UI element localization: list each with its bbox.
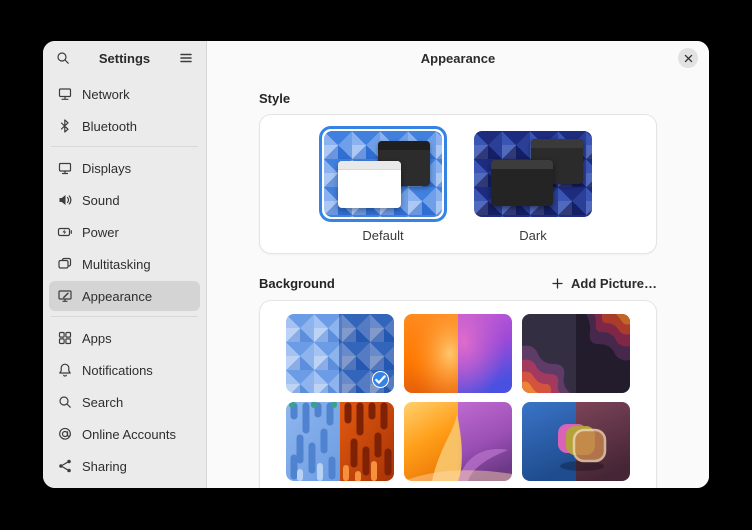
background-section-header: Background Add Picture…	[259, 276, 657, 291]
style-option-label: Default	[362, 228, 403, 243]
add-picture-button[interactable]: Add Picture…	[551, 276, 657, 291]
wallpaper-art	[404, 402, 512, 481]
close-window-button[interactable]	[678, 48, 698, 68]
close-icon	[683, 53, 694, 64]
sidebar-header: Settings	[43, 41, 206, 75]
sidebar-item-label: Search	[82, 395, 123, 410]
wallpaper-art	[286, 402, 394, 481]
sidebar-item-bluetooth[interactable]: Bluetooth	[49, 111, 200, 141]
sidebar-item-multitasking[interactable]: Multitasking	[49, 249, 200, 279]
appearance-icon	[57, 288, 73, 304]
appearance-content: Style Default	[207, 75, 709, 488]
main-panel: Appearance Style Default	[207, 41, 709, 488]
search-button[interactable]	[53, 48, 73, 68]
sidebar-item-power[interactable]: Power	[49, 217, 200, 247]
wallpaper-art	[522, 314, 630, 393]
sidebar-item-label: Notifications	[82, 363, 153, 378]
sidebar-list: Network Bluetooth Displays Sound Power	[43, 75, 206, 488]
wallpaper-thumbnail-drips[interactable]	[286, 402, 394, 481]
displays-icon	[57, 160, 73, 176]
page-title: Appearance	[421, 51, 495, 66]
style-card: Default Dark	[259, 114, 657, 254]
style-option-label: Dark	[519, 228, 546, 243]
power-icon	[57, 224, 73, 240]
check-icon	[373, 340, 388, 393]
network-icon	[57, 86, 73, 102]
wallpaper-thumbnail-orange-magenta[interactable]	[404, 314, 512, 393]
wallpaper-thumbnail-cubes[interactable]	[522, 402, 630, 481]
sidebar-item-label: Online Accounts	[82, 427, 176, 442]
sidebar-item-label: Sound	[82, 193, 120, 208]
sidebar-item-label: Multitasking	[82, 257, 151, 272]
sidebar-title: Settings	[73, 51, 176, 66]
wallpaper-grid	[286, 314, 630, 481]
style-option-dark[interactable]: Dark	[469, 126, 597, 243]
notifications-icon	[57, 362, 73, 378]
main-menu-button[interactable]	[176, 48, 196, 68]
apps-icon	[57, 330, 73, 346]
multitasking-icon	[57, 256, 73, 272]
sidebar-item-label: Apps	[82, 331, 112, 346]
sidebar-item-network[interactable]: Network	[49, 79, 200, 109]
hamburger-menu-icon	[178, 50, 194, 66]
search-icon	[57, 394, 73, 410]
sidebar-item-label: Power	[82, 225, 119, 240]
style-default-selection-ring	[319, 126, 447, 222]
wallpaper-thumbnail-petals[interactable]	[404, 402, 512, 481]
style-section-title: Style	[259, 91, 657, 106]
sharing-icon	[57, 458, 73, 474]
sidebar-item-search[interactable]: Search	[49, 387, 200, 417]
sidebar-item-label: Sharing	[82, 459, 127, 474]
style-default-preview	[324, 131, 442, 217]
sidebar-item-apps[interactable]: Apps	[49, 323, 200, 353]
settings-window: Settings Network Bluetooth Displays Sou	[43, 41, 709, 488]
sidebar-separator	[51, 316, 198, 317]
wallpaper-thumbnail-dark-waves[interactable]	[522, 314, 630, 393]
sidebar-item-notifications[interactable]: Notifications	[49, 355, 200, 385]
sidebar-item-label: Network	[82, 87, 130, 102]
bluetooth-icon	[57, 118, 73, 134]
wallpaper-thumbnail-blue-triangles[interactable]	[286, 314, 394, 393]
wallpaper-art	[404, 314, 512, 393]
sidebar-separator	[51, 146, 198, 147]
sidebar-item-online-accounts[interactable]: Online Accounts	[49, 419, 200, 449]
background-card	[259, 300, 657, 488]
sidebar-item-displays[interactable]: Displays	[49, 153, 200, 183]
style-option-default[interactable]: Default	[319, 126, 447, 243]
wallpaper-art	[522, 402, 630, 481]
sidebar-item-sharing[interactable]: Sharing	[49, 451, 200, 481]
selected-check-badge	[372, 371, 389, 388]
sidebar-item-sound[interactable]: Sound	[49, 185, 200, 215]
sidebar-item-label: Displays	[82, 161, 131, 176]
preview-window-front	[491, 160, 554, 206]
search-icon	[55, 50, 71, 66]
sidebar-item-appearance[interactable]: Appearance	[49, 281, 200, 311]
sidebar-item-label: Appearance	[82, 289, 152, 304]
sidebar: Settings Network Bluetooth Displays Sou	[43, 41, 207, 488]
style-dark-selection-ring	[469, 126, 597, 222]
style-dark-preview	[474, 131, 592, 217]
main-headerbar: Appearance	[207, 41, 709, 75]
online-accounts-icon	[57, 426, 73, 442]
sound-icon	[57, 192, 73, 208]
sidebar-item-label: Bluetooth	[82, 119, 137, 134]
background-section-title: Background	[259, 276, 335, 291]
preview-window-front	[338, 161, 401, 207]
plus-icon	[551, 277, 564, 290]
add-picture-label: Add Picture…	[571, 276, 657, 291]
